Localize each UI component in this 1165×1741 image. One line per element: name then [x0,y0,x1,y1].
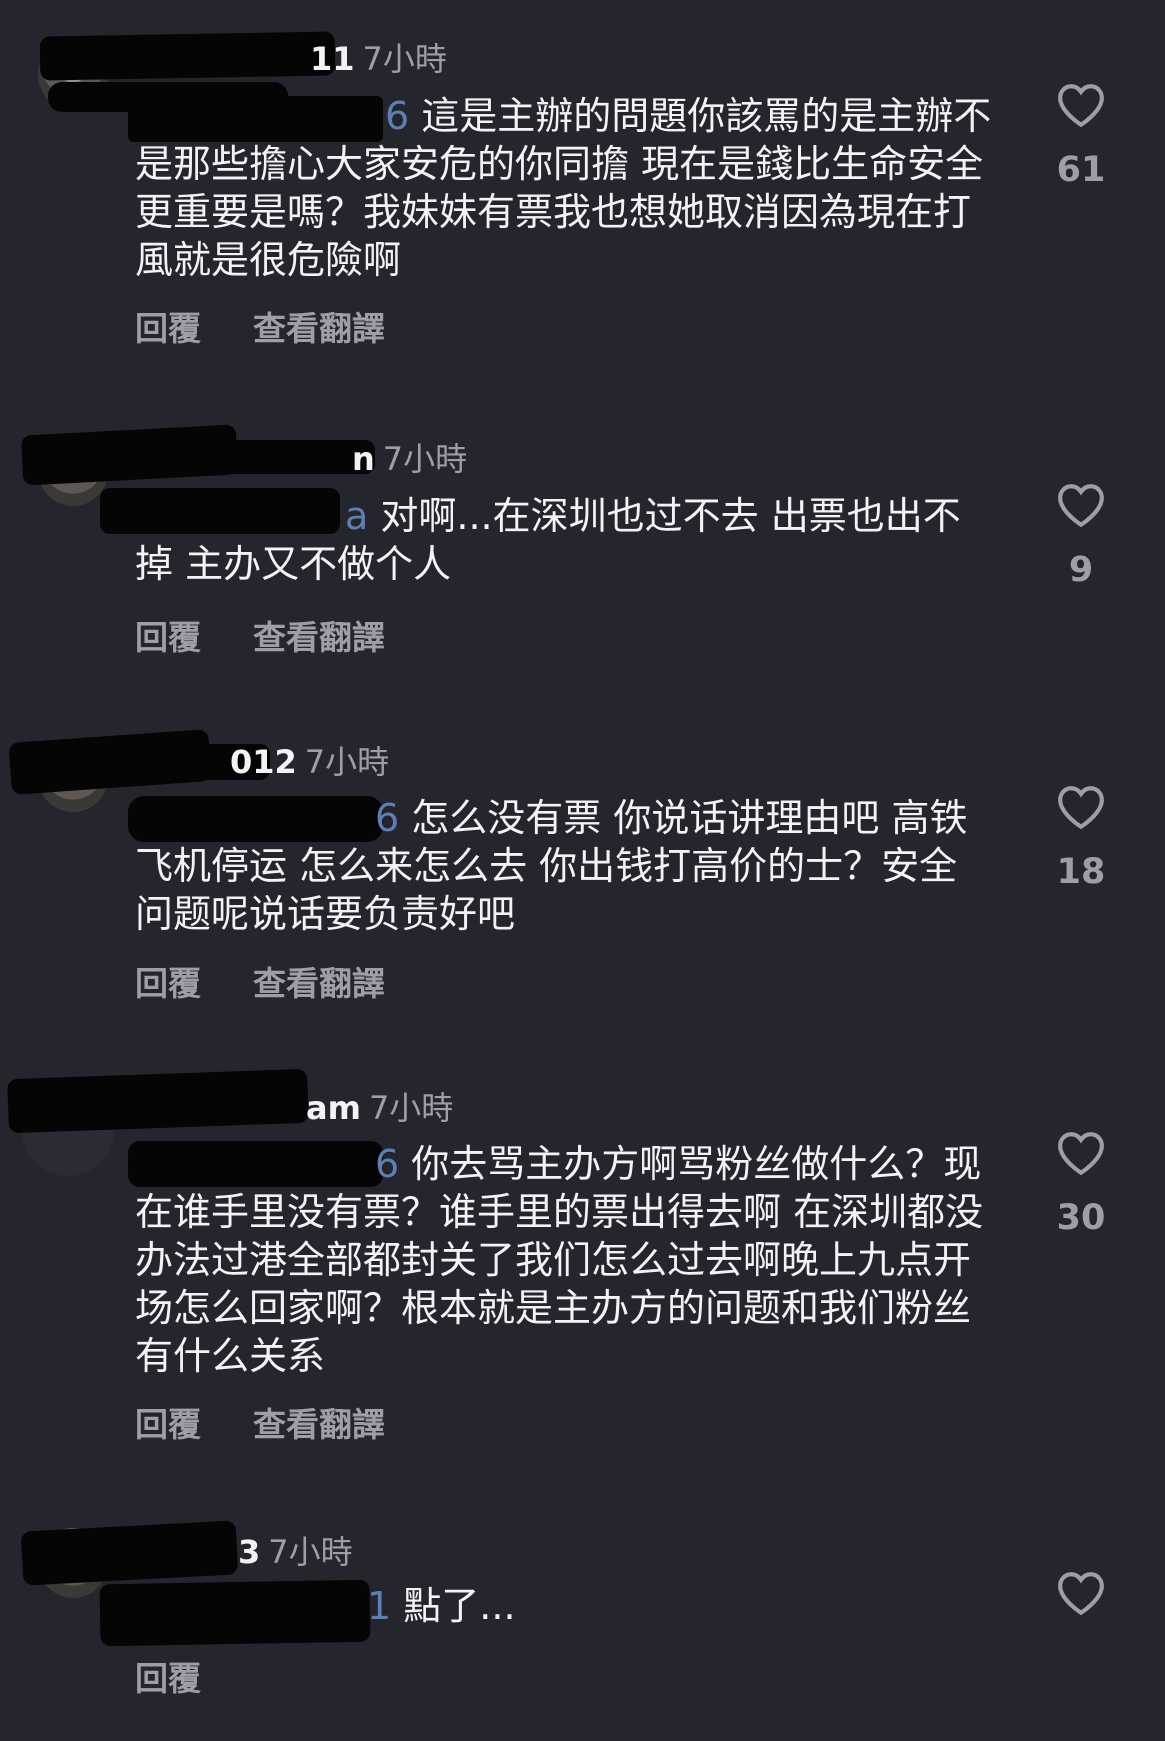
comment-body: 怎么没有票 你说话讲理由吧 高铁飞机停运 怎么来怎么去 你出钱打高价的士？安全问… [135,796,968,936]
comment-text: 6 這是主辦的問題你該罵的是主辦不是那些擔心大家安危的你同擔 現在是錢比生命安全… [135,92,995,284]
comment-actions: 回覆 查看翻譯 [135,611,385,659]
redaction-bar [20,1520,239,1586]
mention[interactable]: 6 [385,94,409,138]
timestamp: 7小時 [304,743,390,781]
comments-feed: 11 7小時 6 這是主辦的問題你該罵的是主辦不是那些擔心大家安危的你同擔 現在… [0,0,1165,1741]
comment-header: 11 7小時 [310,34,447,78]
comment-header: n 7小時 [352,434,467,478]
username[interactable]: 012 [230,743,297,781]
comment-body: 這是主辦的問題你該罵的是主辦不是那些擔心大家安危的你同擔 現在是錢比生命安全更重… [135,94,992,282]
username[interactable]: am [306,1089,361,1127]
reply-button[interactable]: 回覆 [135,1398,201,1446]
comment-actions: 回覆 [135,1652,201,1700]
like-count: 18 [1056,852,1106,892]
comment-header: 3 7小時 [238,1527,353,1571]
heart-outline-icon[interactable] [1056,1570,1106,1616]
comment-header: am 7小時 [306,1083,453,1127]
timestamp: 7小時 [268,1533,353,1571]
reply-button[interactable]: 回覆 [135,302,201,350]
redaction-bar [7,1068,309,1134]
redaction-bar [100,440,375,474]
like-control: 30 [1048,1130,1114,1238]
username[interactable]: 3 [238,1533,260,1571]
redaction-bar [39,31,336,81]
like-count: 9 [1068,550,1094,590]
reply-button[interactable]: 回覆 [135,957,201,1005]
heart-outline-icon[interactable] [1056,1130,1106,1176]
comment-text: 6 怎么没有票 你说话讲理由吧 高铁飞机停运 怎么来怎么去 你出钱打高价的士？安… [135,794,995,938]
heart-outline-icon[interactable] [1056,82,1106,128]
comment-body: 对啊...在深圳也过不去 出票也出不掉 主办又不做个人 [135,494,961,586]
heart-outline-icon[interactable] [1056,784,1106,830]
see-translation-button[interactable]: 查看翻譯 [253,611,385,659]
username[interactable]: n [352,440,375,478]
like-count: 30 [1056,1198,1106,1238]
comment-text: 1 點了... [135,1582,995,1630]
comment-actions: 回覆 查看翻譯 [135,1398,385,1446]
comment-header: 012 7小時 [230,737,389,781]
see-translation-button[interactable]: 查看翻譯 [253,302,385,350]
username[interactable]: 11 [310,40,355,78]
mention[interactable]: a [345,494,368,538]
comment-text: 6 你去骂主办方啊骂粉丝做什么？现在谁手里没有票？谁手里的票出得去啊 在深圳都没… [135,1140,995,1380]
like-control: 9 [1048,482,1114,590]
comment-body: 你去骂主办方啊骂粉丝做什么？现在谁手里没有票？谁手里的票出得去啊 在深圳都没办法… [135,1142,984,1378]
mention[interactable]: 6 [375,796,399,840]
comment-text: a 对啊...在深圳也过不去 出票也出不掉 主办又不做个人 [135,492,995,588]
timestamp: 7小時 [362,40,447,78]
timestamp: 7小時 [368,1089,454,1127]
see-translation-button[interactable]: 查看翻譯 [253,957,385,1005]
mention[interactable]: 6 [375,1142,399,1186]
comment-actions: 回覆 查看翻譯 [135,957,385,1005]
timestamp: 7小時 [382,440,468,478]
like-control: 18 [1048,784,1114,892]
mention[interactable]: 1 [367,1584,391,1628]
comment-actions: 回覆 查看翻譯 [135,302,385,350]
reply-button[interactable]: 回覆 [135,611,201,659]
comment-body: 點了... [403,1584,516,1628]
reply-button[interactable]: 回覆 [135,1652,201,1700]
like-control: 61 [1048,82,1114,190]
heart-outline-icon[interactable] [1056,482,1106,528]
like-count: 61 [1056,150,1106,190]
like-control [1048,1570,1114,1638]
see-translation-button[interactable]: 查看翻譯 [253,1398,385,1446]
